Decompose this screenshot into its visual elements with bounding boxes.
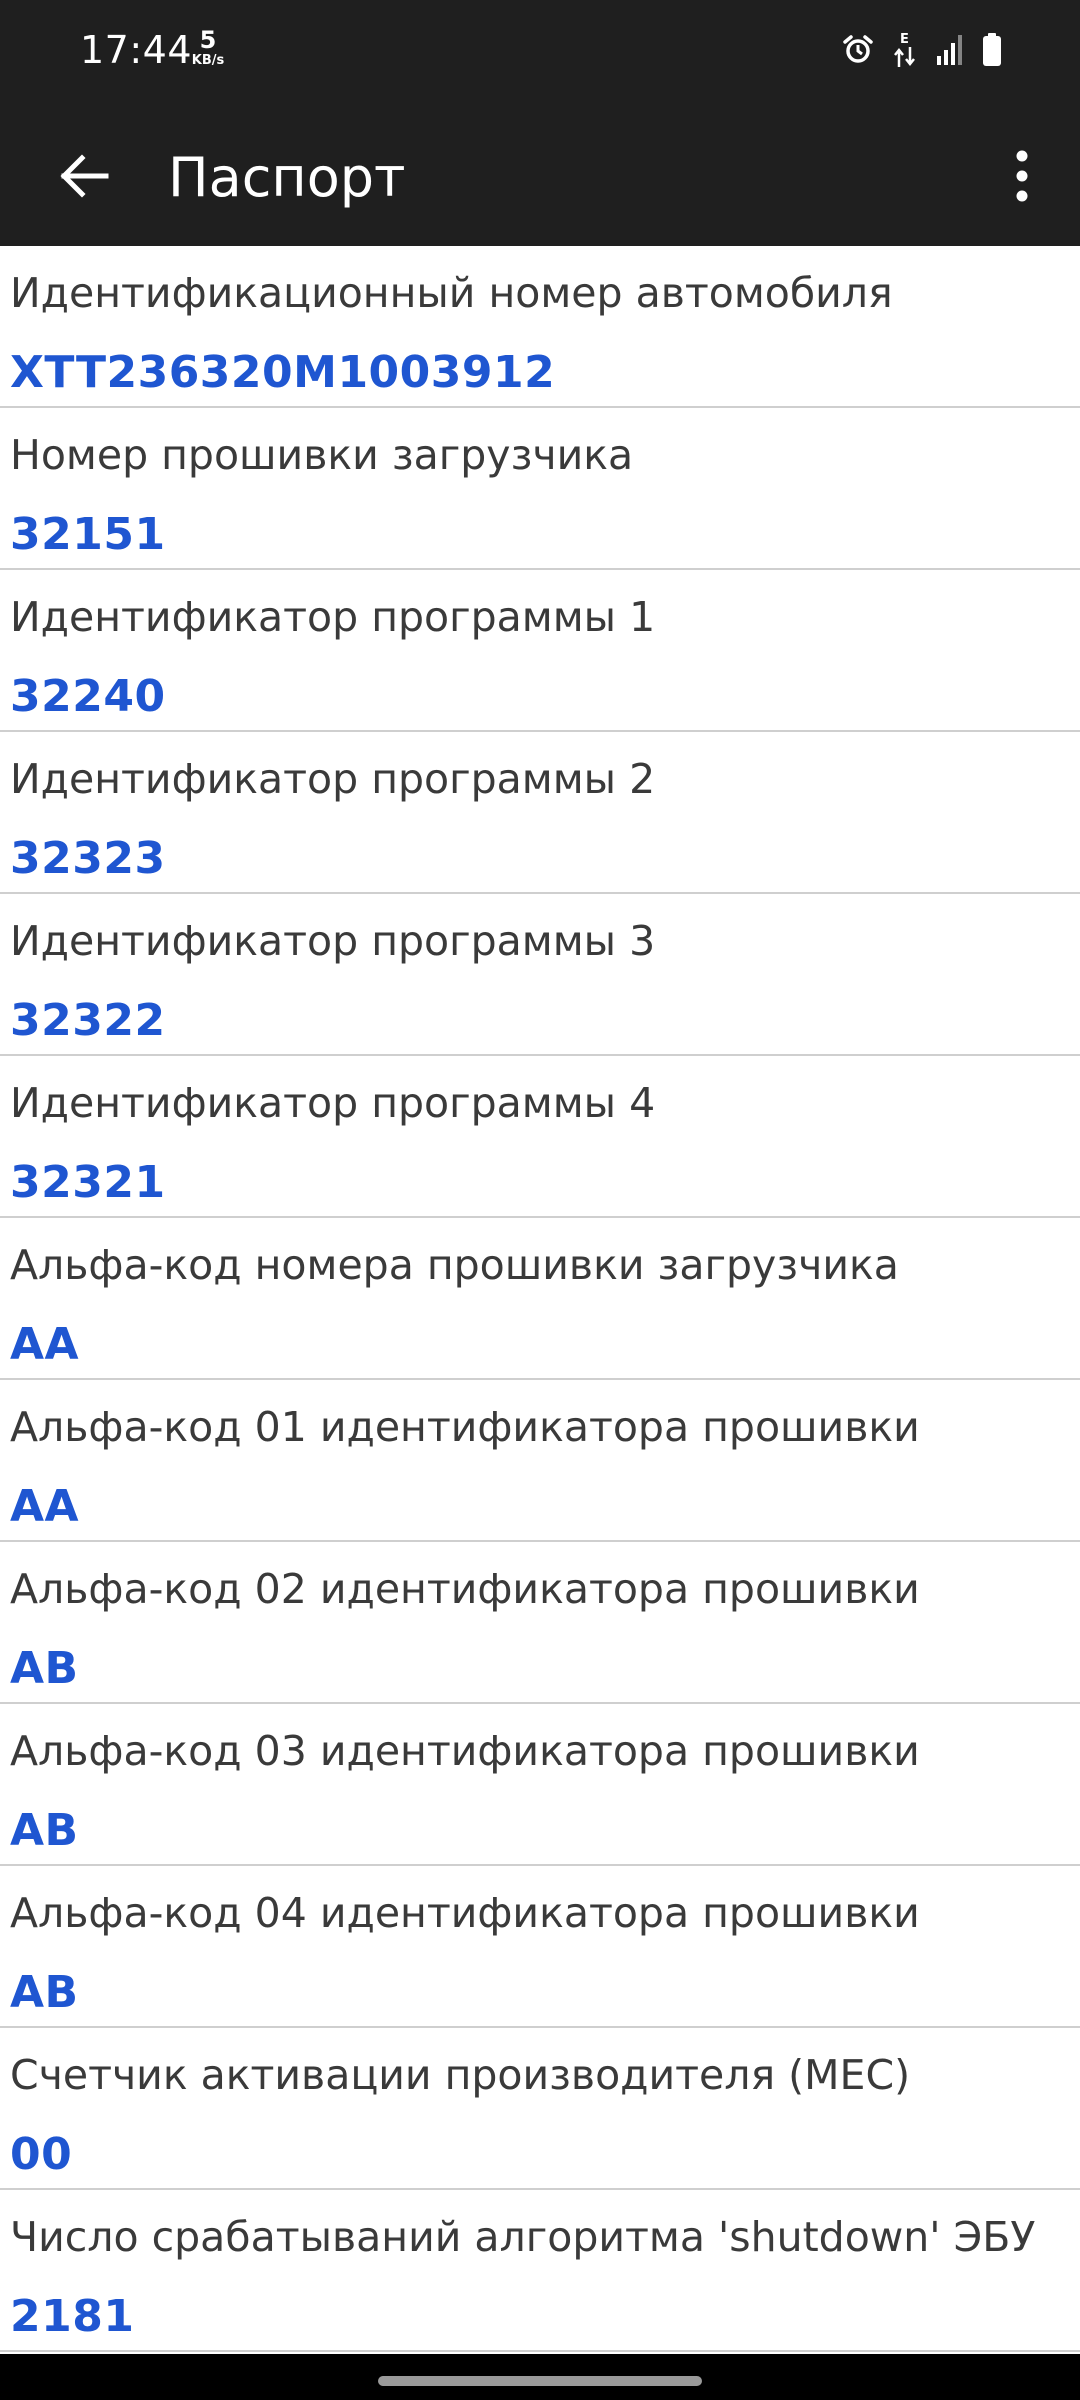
item-label: Альфа-код 02 идентификатора прошивки xyxy=(10,1565,920,1613)
signal-icon xyxy=(936,34,964,66)
item-value: AB xyxy=(10,1643,79,1694)
list-item-program-id-3[interactable]: Идентификатор программы 3 32322 xyxy=(0,894,1080,1056)
item-value: XTT236320M1003912 xyxy=(10,347,556,398)
item-label: Идентификационный номер автомобиля xyxy=(10,269,893,317)
list-item-alpha-code-01[interactable]: Альфа-код 01 идентификатора прошивки AA xyxy=(0,1380,1080,1542)
list-item-program-id-2[interactable]: Идентификатор программы 2 32323 xyxy=(0,732,1080,894)
status-icons: E xyxy=(842,30,1002,70)
list-item-program-id-4[interactable]: Идентификатор программы 4 32321 xyxy=(0,1056,1080,1218)
item-value: AA xyxy=(10,1319,80,1370)
more-vert-icon xyxy=(1012,148,1032,208)
network-speed-unit: KB/s xyxy=(191,53,225,68)
list-item-program-id-1[interactable]: Идентификатор программы 1 32240 xyxy=(0,570,1080,732)
item-label: Альфа-код 03 идентификатора прошивки xyxy=(10,1727,920,1775)
item-value: 32322 xyxy=(10,995,166,1046)
item-label: Номер прошивки загрузчика xyxy=(10,431,634,479)
item-value: AA xyxy=(10,1481,80,1532)
item-label: Альфа-код 04 идентификатора прошивки xyxy=(10,1889,920,1937)
item-label: Счетчик активации производителя (MEC) xyxy=(10,2051,911,2099)
status-bar: 17:44 5 KB/s E xyxy=(0,0,1080,100)
item-value: AB xyxy=(10,1805,79,1856)
list-item-bootloader-alpha-code[interactable]: Альфа-код номера прошивки загрузчика AA xyxy=(0,1218,1080,1380)
item-value: 32151 xyxy=(10,509,166,560)
network-speed-value: 5 xyxy=(199,26,217,54)
overflow-menu-button[interactable] xyxy=(982,138,1062,218)
item-value: 00 xyxy=(10,2129,73,2180)
item-label: Альфа-код 01 идентификатора прошивки xyxy=(10,1403,920,1451)
list-item-bootloader-number[interactable]: Номер прошивки загрузчика 32151 xyxy=(0,408,1080,570)
navigation-bar xyxy=(0,2354,1080,2400)
page-title: Паспорт xyxy=(168,146,406,209)
item-value: 2181 xyxy=(10,2291,135,2342)
home-gesture-handle[interactable] xyxy=(378,2376,702,2386)
status-time: 17:44 xyxy=(80,28,193,72)
item-value: 32321 xyxy=(10,1157,166,1208)
item-label: Идентификатор программы 1 xyxy=(10,593,656,641)
list-item-alpha-code-02[interactable]: Альфа-код 02 идентификатора прошивки AB xyxy=(0,1542,1080,1704)
arrow-left-icon xyxy=(56,148,112,208)
item-label: Идентификатор программы 4 xyxy=(10,1079,656,1127)
data-e-icon: E xyxy=(892,31,918,69)
item-label: Альфа-код номера прошивки загрузчика xyxy=(10,1241,899,1289)
battery-icon xyxy=(982,33,1002,67)
network-speed: 5 KB/s xyxy=(186,28,230,67)
passport-list[interactable]: Идентификационный номер автомобиля XTT23… xyxy=(0,246,1080,2354)
item-label: Число срабатываний алгоритма 'shutdown' … xyxy=(10,2213,1036,2261)
item-value: AB xyxy=(10,1967,79,2018)
list-item-alpha-code-03[interactable]: Альфа-код 03 идентификатора прошивки AB xyxy=(0,1704,1080,1866)
back-button[interactable] xyxy=(44,138,124,218)
item-label: Идентификатор программы 3 xyxy=(10,917,656,965)
list-item-shutdown-count[interactable]: Число срабатываний алгоритма 'shutdown' … xyxy=(0,2190,1080,2352)
list-item-alpha-code-04[interactable]: Альфа-код 04 идентификатора прошивки AB xyxy=(0,1866,1080,2028)
list-item-vin[interactable]: Идентификационный номер автомобиля XTT23… xyxy=(0,246,1080,408)
list-item-mec-counter[interactable]: Счетчик активации производителя (MEC) 00 xyxy=(0,2028,1080,2190)
app-bar: Паспорт xyxy=(0,100,1080,246)
item-value: 32323 xyxy=(10,833,166,884)
alarm-icon xyxy=(842,34,874,66)
item-label: Идентификатор программы 2 xyxy=(10,755,656,803)
network-type-letter: E xyxy=(900,32,909,47)
item-value: 32240 xyxy=(10,671,166,722)
